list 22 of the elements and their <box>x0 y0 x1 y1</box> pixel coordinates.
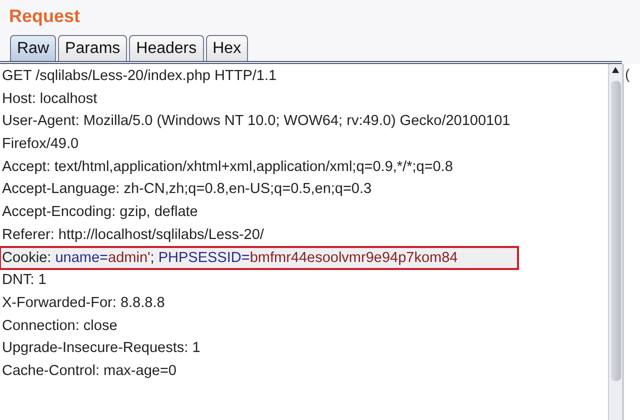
request-line: User-Agent: Mozilla/5.0 (Windows NT 10.0; WOW64; rv:49.0) Gecko/20100101 <box>1 112 512 132</box>
tab[interactable]: Hex <box>206 35 248 61</box>
request-line: Accept-Encoding: gzip, deflate <box>1 203 199 222</box>
request-line: Upgrade-Insecure-Requests: 1 <box>1 339 202 358</box>
request-line: DNT: 1 <box>1 271 48 290</box>
request-line: GET /sqlilabs/Less-20/index.php HTTP/1.1 <box>1 67 278 86</box>
request-line: Firefox/49.0 <box>1 135 80 154</box>
scroll-up-icon[interactable] <box>612 67 619 73</box>
request-line: Referer: http://localhost/sqlilabs/Less-20/ <box>1 226 265 245</box>
request-line: Cache-Control: max-age=0 <box>1 362 178 381</box>
scrollbar-thumb[interactable] <box>610 81 620 381</box>
request-line: Accept-Language: zh-CN,zh;q=0.8,en-US;q=0.5,en;q=0.3 <box>1 180 373 200</box>
request-line: Host: localhost <box>1 90 98 109</box>
panel-title: Request <box>8 5 80 28</box>
tab[interactable]: Params <box>58 35 128 61</box>
tab[interactable]: Raw <box>10 35 56 61</box>
request-line: X-Forwarded-For: 8.8.8.8 <box>1 294 166 313</box>
request-line: Connection: close <box>1 316 118 336</box>
side-panel-text: ( <box>624 65 631 84</box>
scrollbar[interactable] <box>608 64 622 420</box>
tab[interactable]: Headers <box>129 35 204 61</box>
request-line: Accept: text/html,application/xhtml+xml,application/xml;q=0.9,*/*;q=0.8 <box>1 158 454 177</box>
